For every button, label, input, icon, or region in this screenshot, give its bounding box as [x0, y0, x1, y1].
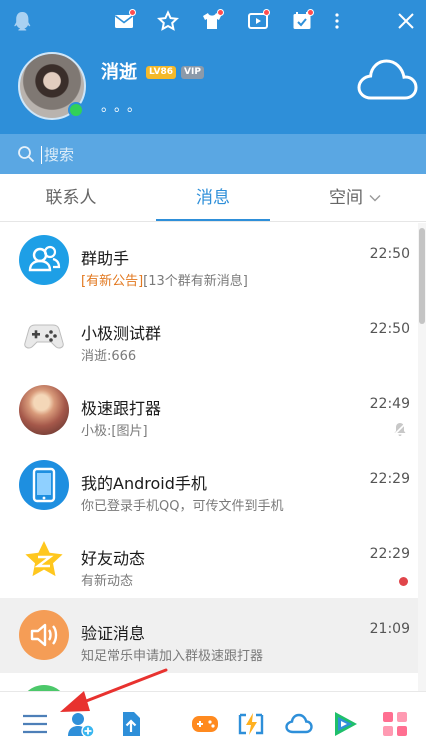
weiyun-cloud-icon[interactable]	[284, 709, 314, 739]
item-preview: 你已登录手机QQ，可传文件到手机	[81, 499, 284, 514]
scrollbar-thumb[interactable]	[419, 228, 425, 324]
calendar-icon[interactable]	[289, 8, 315, 34]
list-item[interactable]: 极速跟打器 小极:[图片] 22:49	[0, 373, 418, 448]
add-friend-icon[interactable]	[66, 709, 96, 739]
unread-dot	[399, 577, 408, 586]
mute-bell-icon	[393, 422, 407, 436]
item-title: 验证消息	[81, 624, 146, 643]
item-time: 22:50	[369, 321, 410, 337]
item-title: 小极测试群	[81, 324, 162, 343]
shirt-icon[interactable]	[199, 8, 225, 34]
penguin-icon[interactable]	[9, 8, 35, 34]
close-icon[interactable]	[393, 8, 419, 34]
group-assistant-icon	[19, 235, 69, 285]
calendar-unread-dot	[307, 9, 314, 16]
tencent-video-icon[interactable]	[330, 709, 360, 739]
level-badge[interactable]: LV86	[146, 66, 176, 79]
item-preview: 小极:[图片]	[81, 424, 148, 439]
speaker-icon	[19, 610, 69, 660]
active-tab-indicator	[156, 219, 270, 221]
list-item[interactable]: 小极测试群 消逝:666 22:50	[0, 298, 418, 373]
item-preview: 知足常乐申请加入群极速跟打器	[81, 649, 264, 664]
qzone-star-icon	[19, 535, 69, 585]
list-item[interactable]: 群助手 [有新公告][13个群有新消息] 22:50	[0, 223, 418, 298]
window-toolbar	[0, 0, 426, 44]
item-title: 群助手	[81, 249, 130, 268]
photo-avatar	[19, 385, 69, 435]
tab-bar: 联系人 消息 空间	[0, 174, 426, 222]
list-item[interactable]: 好友动态 有新动态 22:29	[0, 523, 418, 598]
item-time: 22:29	[369, 471, 410, 487]
list-item[interactable]	[0, 673, 418, 691]
vip-badge[interactable]: VIP	[181, 66, 204, 79]
chevron-down-icon	[369, 195, 381, 202]
list-item[interactable]: 我的Android手机 你已登录手机QQ，可传文件到手机 22:29	[0, 448, 418, 523]
search-icon	[18, 146, 35, 163]
nickname[interactable]: 消逝	[101, 58, 137, 84]
mail-icon[interactable]	[111, 8, 137, 34]
profile-header: 消逝 LV86 VIP 。。。 搜索	[0, 0, 426, 174]
list-item[interactable]: 验证消息 知足常乐申请加入群极速跟打器 21:09	[0, 598, 418, 673]
tab-messages[interactable]: 消息	[156, 174, 270, 222]
bottom-toolbar	[0, 691, 426, 755]
item-preview: 消逝:666	[81, 349, 137, 364]
shirt-unread-dot	[217, 9, 224, 16]
star-icon[interactable]	[155, 8, 181, 34]
item-title: 好友动态	[81, 549, 146, 568]
user-avatar[interactable]	[18, 52, 86, 120]
mail-unread-dot	[129, 9, 136, 16]
upload-icon[interactable]	[116, 709, 146, 739]
preview-text: [13个群有新消息]	[143, 274, 248, 289]
game-icon[interactable]	[190, 709, 220, 739]
cloud-icon[interactable]	[356, 58, 418, 102]
item-preview: 有新动态	[81, 574, 134, 589]
apps-grid-icon[interactable]	[380, 709, 410, 739]
video-unread-dot	[263, 9, 270, 16]
flash-icon[interactable]	[236, 709, 266, 739]
item-time: 21:09	[369, 621, 410, 637]
signature[interactable]: 。。。	[101, 96, 147, 116]
item-preview: [有新公告][13个群有新消息]	[81, 270, 248, 289]
item-title: 我的Android手机	[81, 474, 207, 493]
search-bar[interactable]: 搜索	[0, 134, 426, 174]
online-status-icon[interactable]	[68, 102, 84, 118]
item-title: 极速跟打器	[81, 399, 162, 418]
phone-icon	[19, 460, 69, 510]
video-icon[interactable]	[245, 8, 271, 34]
item-time: 22:49	[369, 396, 410, 412]
menu-icon[interactable]	[20, 709, 50, 739]
tab-contacts[interactable]: 联系人	[14, 174, 128, 222]
more-icon[interactable]	[324, 8, 350, 34]
item-time: 22:50	[369, 246, 410, 262]
gamepad-avatar	[19, 310, 69, 360]
search-input[interactable]: 搜索	[44, 144, 74, 165]
item-time: 22:29	[369, 546, 410, 562]
notice-tag: [有新公告]	[81, 274, 144, 289]
text-caret	[41, 146, 42, 164]
tab-qzone-label: 空间	[329, 188, 363, 208]
message-list[interactable]: 群助手 [有新公告][13个群有新消息] 22:50 小极测试群 消逝:666 …	[0, 223, 418, 691]
tab-qzone[interactable]: 空间	[298, 174, 412, 222]
